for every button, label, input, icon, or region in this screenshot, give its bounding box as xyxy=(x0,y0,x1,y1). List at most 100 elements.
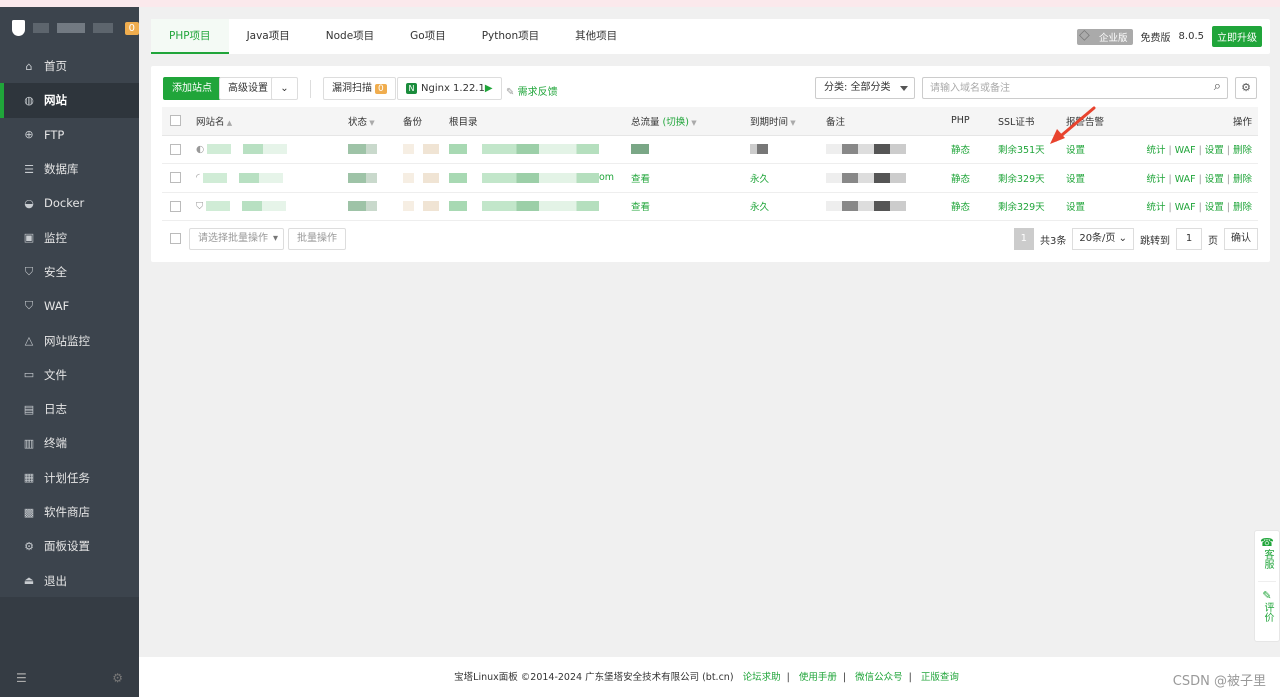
category-select[interactable]: 分类: 全部分类 xyxy=(815,77,915,99)
op-settings-link[interactable]: 设置 xyxy=(1205,202,1224,213)
site-name-redacted[interactable] xyxy=(207,144,288,155)
search-input[interactable] xyxy=(923,78,1193,98)
op-waf-link[interactable]: WAF xyxy=(1175,145,1196,156)
sidebar-item-0[interactable]: ⌂ 首页 xyxy=(0,49,139,83)
alert-settings-link[interactable]: 设置 xyxy=(1066,145,1085,156)
col-name[interactable]: 网站名 xyxy=(196,107,348,136)
sidebar-item-12[interactable]: ▦ 计划任务 xyxy=(0,461,139,495)
tab-python[interactable]: Python项目 xyxy=(464,19,557,54)
expire-redacted[interactable] xyxy=(750,144,768,155)
sidebar-item-5[interactable]: ▣ 监控 xyxy=(0,220,139,254)
footer-link-manual[interactable]: 使用手册 xyxy=(799,672,837,683)
ssl-status[interactable]: 剩余329天 xyxy=(998,202,1045,213)
site-name-redacted[interactable] xyxy=(202,172,283,183)
op-stats-link[interactable]: 统计 xyxy=(1147,174,1166,185)
column-settings-button[interactable]: ⚙ xyxy=(1235,77,1257,99)
collapse-menu-icon[interactable]: ☰ xyxy=(16,671,27,685)
tab-php[interactable]: PHP项目 xyxy=(151,19,229,54)
vuln-scan-button[interactable]: 漏洞扫描 0 xyxy=(323,77,396,100)
sidebar-item-10[interactable]: ▤ 日志 xyxy=(0,392,139,426)
status-redacted[interactable] xyxy=(348,172,384,183)
op-stats-link[interactable]: 统计 xyxy=(1147,202,1166,213)
batch-select[interactable]: 请选择批量操作 ▾ xyxy=(189,228,284,250)
backup-redacted[interactable] xyxy=(403,144,439,155)
op-settings-link[interactable]: 设置 xyxy=(1205,174,1224,185)
op-delete-link[interactable]: 删除 xyxy=(1233,174,1252,185)
php-version[interactable]: 静态 xyxy=(951,174,970,185)
ssl-status[interactable]: 剩余329天 xyxy=(998,174,1045,185)
site-name-redacted[interactable] xyxy=(206,201,287,212)
nginx-button[interactable]: N Nginx 1.22.1▶ xyxy=(397,77,502,100)
note-redacted[interactable] xyxy=(826,201,906,212)
alert-settings-link[interactable]: 设置 xyxy=(1066,174,1085,185)
ssl-status[interactable]: 剩余351天 xyxy=(998,145,1045,156)
note-redacted[interactable] xyxy=(826,144,906,155)
op-waf-link[interactable]: WAF xyxy=(1175,202,1196,213)
traffic-link[interactable]: 查看 xyxy=(631,174,650,185)
advanced-dropdown-button[interactable]: ⌄ xyxy=(271,77,298,100)
upgrade-button[interactable]: 立即升级 xyxy=(1212,26,1262,47)
root-path-redacted[interactable] xyxy=(449,201,599,212)
traffic-link[interactable]: 查看 xyxy=(631,202,650,213)
footer-link-forum[interactable]: 论坛求助 xyxy=(743,672,781,683)
notification-badge[interactable]: 0 xyxy=(124,21,139,35)
op-waf-link[interactable]: WAF xyxy=(1175,174,1196,185)
backup-redacted[interactable] xyxy=(403,201,439,212)
traffic-switch-link[interactable]: (切换) xyxy=(663,117,689,128)
tab-java[interactable]: Java项目 xyxy=(229,19,308,54)
batch-operate-button[interactable]: 批量操作 xyxy=(288,228,346,250)
op-delete-link[interactable]: 删除 xyxy=(1233,202,1252,213)
search-icon[interactable]: ⌕ xyxy=(1214,79,1221,94)
col-status[interactable]: 状态 xyxy=(348,107,403,136)
per-page-select[interactable]: 20条/页 ⌄ xyxy=(1072,228,1134,250)
confirm-button[interactable]: 确认 xyxy=(1224,228,1258,250)
php-version[interactable]: 静态 xyxy=(951,202,970,213)
row-checkbox[interactable] xyxy=(170,143,181,155)
sidebar-item-9[interactable]: ▭ 文件 xyxy=(0,358,139,392)
sidebar-item-14[interactable]: ⚙ 面板设置 xyxy=(0,529,139,563)
tab-other[interactable]: 其他项目 xyxy=(557,19,635,54)
row-checkbox[interactable] xyxy=(170,200,181,212)
root-path-redacted[interactable] xyxy=(449,144,599,155)
footer-link-license[interactable]: 正版查询 xyxy=(921,672,959,683)
alert-settings-link[interactable]: 设置 xyxy=(1066,202,1085,213)
traffic-sort-icon[interactable] xyxy=(689,117,697,128)
sidebar-item-1[interactable]: ◍ 网站 xyxy=(0,83,139,118)
expire-value[interactable]: 永久 xyxy=(750,202,769,213)
sidebar-item-4[interactable]: ◒ Docker xyxy=(0,186,139,220)
op-settings-link[interactable]: 设置 xyxy=(1205,145,1224,156)
root-path-redacted[interactable] xyxy=(449,172,599,183)
feedback-link[interactable]: ✎ 需求反馈 xyxy=(506,83,558,98)
backup-redacted[interactable] xyxy=(403,172,439,183)
page-current[interactable]: 1 xyxy=(1013,228,1034,250)
col-traffic[interactable]: 总流量 (切换) xyxy=(631,107,750,136)
status-redacted[interactable] xyxy=(348,144,384,155)
root-path-suffix[interactable]: om xyxy=(599,172,614,183)
sidebar-item-13[interactable]: ▩ 软件商店 xyxy=(0,495,139,529)
tab-node[interactable]: Node项目 xyxy=(308,19,392,54)
sidebar-item-8[interactable]: △ 网站监控 xyxy=(0,323,139,357)
status-redacted[interactable] xyxy=(348,201,384,212)
add-site-button[interactable]: 添加站点 xyxy=(163,77,221,100)
select-all-checkbox[interactable] xyxy=(170,115,181,127)
jump-input[interactable]: 1 xyxy=(1176,228,1202,250)
note-redacted[interactable] xyxy=(826,172,906,183)
review-button[interactable]: ✎ 评价 xyxy=(1255,584,1279,632)
tab-go[interactable]: Go项目 xyxy=(392,19,464,54)
row-checkbox[interactable] xyxy=(170,172,181,184)
col-expire[interactable]: 到期时间 xyxy=(750,107,826,136)
footer-link-wechat[interactable]: 微信公众号 xyxy=(855,672,903,683)
sidebar-item-15[interactable]: ⏏ 退出 xyxy=(0,563,139,597)
enterprise-badge[interactable]: ◇ 企业版 xyxy=(1077,27,1133,45)
sidebar-item-6[interactable]: ⛉ 安全 xyxy=(0,255,139,289)
customer-service-button[interactable]: ☎ 客服 xyxy=(1255,531,1279,579)
footer-select-checkbox[interactable] xyxy=(170,233,181,244)
php-version[interactable]: 静态 xyxy=(951,145,970,156)
op-stats-link[interactable]: 统计 xyxy=(1147,145,1166,156)
sidebar-item-3[interactable]: ☰ 数据库 xyxy=(0,152,139,186)
advanced-settings-button[interactable]: 高级设置 xyxy=(219,77,277,100)
sidebar-item-2[interactable]: ⊕ FTP xyxy=(0,118,139,152)
op-delete-link[interactable]: 删除 xyxy=(1233,145,1252,156)
sidebar-settings-icon[interactable]: ⚙ xyxy=(112,671,123,685)
expire-value[interactable]: 永久 xyxy=(750,174,769,185)
